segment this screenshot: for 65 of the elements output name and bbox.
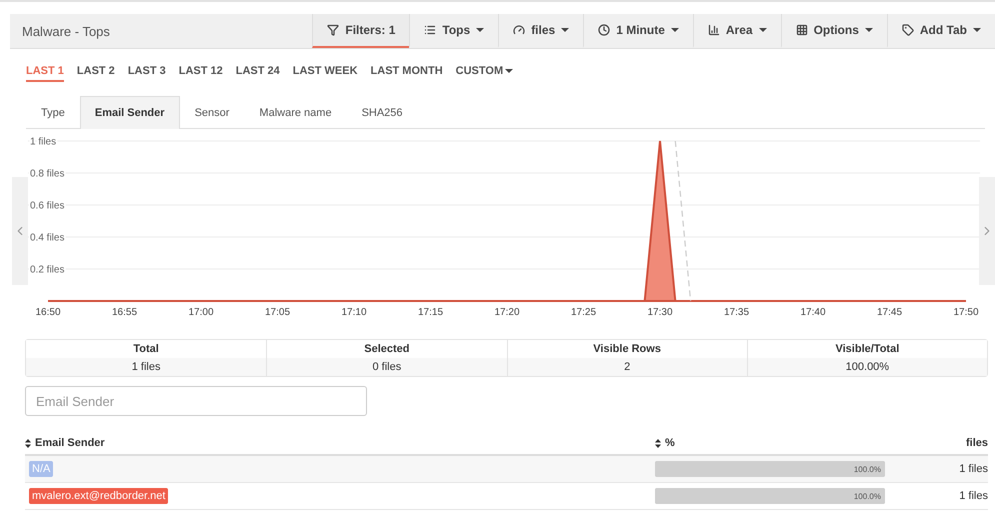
x-tick-label: 16:55 [112,307,138,318]
y-tick-label: 1 files [30,136,56,148]
time-range-link[interactable]: LAST 3 [128,65,166,82]
previous-button[interactable] [12,177,28,285]
filter-icon [327,24,340,36]
toolbar-button[interactable]: 1 Minute [583,14,693,48]
files-cell: 1 files [959,463,988,475]
time-range-link[interactable]: LAST MONTH [370,65,443,82]
sender-tag: mvalero.ext@redborder.net [29,488,168,504]
sort-icon [655,438,661,448]
grid-icon [796,24,808,36]
time-range-link[interactable]: LAST 2 [76,65,115,82]
column-header[interactable]: Email Sender [25,437,105,449]
list-icon [424,24,436,36]
clock-icon [598,24,610,36]
files-cell: 1 files [959,490,988,502]
summary-header: Total [26,340,266,358]
percent-label: 100.0% [854,464,882,474]
toolbar-button[interactable]: Tops [409,14,498,48]
y-tick-label: 0.8 files [30,168,64,180]
tab[interactable]: Type [26,96,80,129]
toolbar-button[interactable]: Filters: 1 [312,14,410,48]
summary-header: Visible/Total [746,340,987,358]
x-tick-label: 17:40 [800,307,826,318]
next-button[interactable] [979,177,995,285]
time-range-link[interactable]: CUSTOM [456,65,514,82]
y-tick-label: 0.2 files [30,264,64,276]
column-header[interactable]: files [966,437,988,449]
time-range-link[interactable]: LAST WEEK [292,65,358,82]
time-range-link[interactable]: LAST 12 [178,65,223,82]
y-tick-label: 0.6 files [30,200,64,212]
toolbar-button[interactable]: Area [692,14,781,48]
x-tick-label: 17:10 [341,307,367,318]
x-tick-label: 17:25 [570,307,596,318]
x-tick-label: 17:20 [494,307,520,318]
x-tick-label: 17:35 [724,307,750,318]
percent-label: 100.0% [854,492,882,500]
tab[interactable]: SHA256 [346,96,418,129]
summary-value: 2 [506,358,747,376]
x-tick-label: 17:30 [647,307,673,318]
tag-icon [902,24,914,36]
gauge-icon [513,24,526,36]
search-field[interactable]: Email Sender [25,386,367,416]
x-tick-label: 17:15 [418,307,444,318]
time-range-link[interactable]: LAST 24 [236,65,280,82]
toolbar-button[interactable]: Add Tab [886,14,995,48]
x-tick-label: 17:00 [188,307,214,318]
toolbar-button[interactable]: Options [780,14,887,48]
summary-value: 1 files [26,358,266,376]
tab[interactable]: Malware name [244,96,347,129]
toolbar-button[interactable]: files [498,14,584,48]
sender-tag: N/A [29,461,54,477]
sort-icon [25,438,31,448]
page-title: Malware - Tops [21,24,110,38]
x-tick-label: 17:50 [953,307,979,318]
summary-value: 0 files [266,358,506,376]
x-tick-label: 16:50 [35,307,61,318]
column-header[interactable]: % [655,437,675,449]
x-tick-label: 17:45 [876,307,902,318]
x-tick-label: 17:05 [264,307,290,318]
tab[interactable]: Sensor [180,96,244,129]
summary-value: 100.00% [746,358,987,376]
chart-icon [708,24,720,36]
tab[interactable]: Email Sender [80,96,180,129]
y-tick-label: 0.4 files [30,232,64,244]
